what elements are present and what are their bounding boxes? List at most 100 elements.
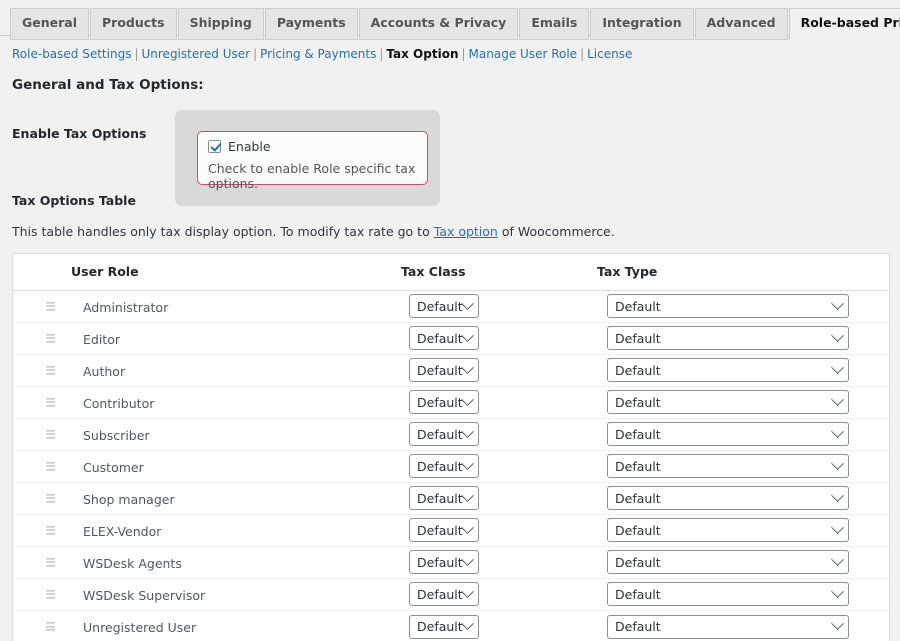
tax-class-select[interactable]: Default	[409, 390, 479, 414]
tax-options-table-description: This table handles only tax display opti…	[12, 224, 888, 239]
enable-highlight-box: Enable Check to enable Role specific tax…	[197, 131, 428, 185]
column-header-handle	[13, 254, 71, 291]
table-row: EditorDefaultDefault	[13, 322, 889, 354]
chevron-down-icon	[461, 425, 474, 438]
tax-class-value: Default	[417, 459, 463, 474]
tab-accounts-privacy[interactable]: Accounts & Privacy	[359, 8, 519, 40]
drag-handle-icon[interactable]	[46, 366, 55, 375]
subnav-item-role-based-settings[interactable]: Role-based Settings	[12, 47, 131, 61]
subnav-separator: |	[134, 47, 138, 61]
enable-tax-options-label: Enable Tax Options	[12, 126, 146, 141]
enable-checkbox-label: Enable	[228, 139, 271, 154]
user-role-name: WSDesk Agents	[71, 556, 182, 571]
tab-shipping[interactable]: Shipping	[178, 8, 264, 40]
tax-table-body: AdministratorDefaultDefaultEditorDefault…	[13, 290, 889, 641]
tax-type-select[interactable]: Default	[607, 582, 849, 606]
table-row: AuthorDefaultDefault	[13, 354, 889, 386]
user-role-name: Subscriber	[71, 428, 150, 443]
tab-general[interactable]: General	[10, 8, 89, 40]
drag-handle-icon[interactable]	[46, 558, 55, 567]
tax-type-select[interactable]: Default	[607, 454, 849, 478]
row-user-role-cell: Subscriber	[71, 418, 401, 450]
row-handle-cell	[13, 578, 71, 610]
tax-class-select-cell: Default	[401, 290, 597, 322]
tab-integration[interactable]: Integration	[590, 8, 693, 40]
tax-class-value: Default	[417, 523, 463, 538]
tax-class-select[interactable]: Default	[409, 422, 479, 446]
user-role-name: Contributor	[71, 396, 154, 411]
tax-type-value: Default	[615, 363, 661, 378]
subnav-separator: |	[580, 47, 584, 61]
tax-class-value: Default	[417, 363, 463, 378]
drag-handle-icon[interactable]	[46, 462, 55, 471]
drag-handle-icon[interactable]	[46, 622, 55, 631]
drag-handle-icon[interactable]	[46, 430, 55, 439]
row-user-role-cell: Contributor	[71, 386, 401, 418]
user-role-name: Administrator	[71, 300, 168, 315]
tab-emails[interactable]: Emails	[519, 8, 589, 40]
tax-type-value: Default	[615, 587, 661, 602]
tax-class-select-cell: Default	[401, 482, 597, 514]
drag-handle-icon[interactable]	[46, 302, 55, 311]
tab-advanced[interactable]: Advanced	[695, 8, 788, 40]
tax-class-select[interactable]: Default	[409, 518, 479, 542]
tab-products[interactable]: Products	[90, 8, 177, 40]
drag-handle-icon[interactable]	[46, 590, 55, 599]
drag-handle-icon[interactable]	[46, 398, 55, 407]
row-handle-cell	[13, 546, 71, 578]
tax-class-select[interactable]: Default	[409, 486, 479, 510]
tax-type-select[interactable]: Default	[607, 326, 849, 350]
subnav-item-pricing-payments[interactable]: Pricing & Payments	[260, 47, 376, 61]
tax-type-select[interactable]: Default	[607, 390, 849, 414]
subnav-separator: |	[253, 47, 257, 61]
tax-type-select[interactable]: Default	[607, 518, 849, 542]
column-header-tax-class: Tax Class	[401, 254, 597, 291]
tax-type-select[interactable]: Default	[607, 294, 849, 318]
tax-type-select-cell: Default	[597, 482, 889, 514]
tax-class-select[interactable]: Default	[409, 294, 479, 318]
tax-class-select[interactable]: Default	[409, 326, 479, 350]
tax-class-select[interactable]: Default	[409, 358, 479, 382]
tab-role-based-pricing[interactable]: Role-based Pricing	[789, 8, 900, 40]
tax-class-select-cell: Default	[401, 354, 597, 386]
row-user-role-cell: Unregistered User	[71, 610, 401, 641]
tax-type-value: Default	[615, 427, 661, 442]
subnav-separator: |	[379, 47, 383, 61]
tax-type-select[interactable]: Default	[607, 486, 849, 510]
tax-type-select-cell: Default	[597, 418, 889, 450]
chevron-down-icon	[831, 297, 844, 310]
drag-handle-icon[interactable]	[46, 334, 55, 343]
row-handle-cell	[13, 450, 71, 482]
tax-class-select-cell: Default	[401, 418, 597, 450]
subnav-item-manage-user-role[interactable]: Manage User Role	[469, 47, 578, 61]
tax-class-select[interactable]: Default	[409, 615, 479, 639]
tax-type-select-cell: Default	[597, 610, 889, 641]
tax-class-value: Default	[417, 395, 463, 410]
enable-checkbox-line: Enable	[208, 139, 417, 154]
column-header-user-role: User Role	[71, 254, 401, 291]
tax-class-select[interactable]: Default	[409, 454, 479, 478]
tax-option-link[interactable]: Tax option	[434, 224, 498, 239]
tax-type-select-cell: Default	[597, 546, 889, 578]
row-handle-cell	[13, 322, 71, 354]
tax-type-select[interactable]: Default	[607, 358, 849, 382]
subnav-item-license[interactable]: License	[587, 47, 632, 61]
chevron-down-icon	[461, 361, 474, 374]
subnav-item-unregistered-user[interactable]: Unregistered User	[142, 47, 251, 61]
tax-type-select[interactable]: Default	[607, 550, 849, 574]
tax-options-table-title: Tax Options Table	[12, 193, 888, 208]
tax-type-select[interactable]: Default	[607, 422, 849, 446]
row-user-role-cell: WSDesk Agents	[71, 546, 401, 578]
tax-class-select[interactable]: Default	[409, 550, 479, 574]
enable-tax-options-checkbox[interactable]	[208, 140, 221, 153]
tax-class-select-cell: Default	[401, 514, 597, 546]
tax-class-value: Default	[417, 491, 463, 506]
tax-type-select[interactable]: Default	[607, 615, 849, 639]
tax-class-select[interactable]: Default	[409, 582, 479, 606]
drag-handle-icon[interactable]	[46, 494, 55, 503]
tab-payments[interactable]: Payments	[265, 8, 358, 40]
drag-handle-icon[interactable]	[46, 526, 55, 535]
column-header-tax-type: Tax Type	[597, 254, 889, 291]
tax-table-head: User Role Tax Class Tax Type	[13, 254, 889, 291]
chevron-down-icon	[461, 585, 474, 598]
